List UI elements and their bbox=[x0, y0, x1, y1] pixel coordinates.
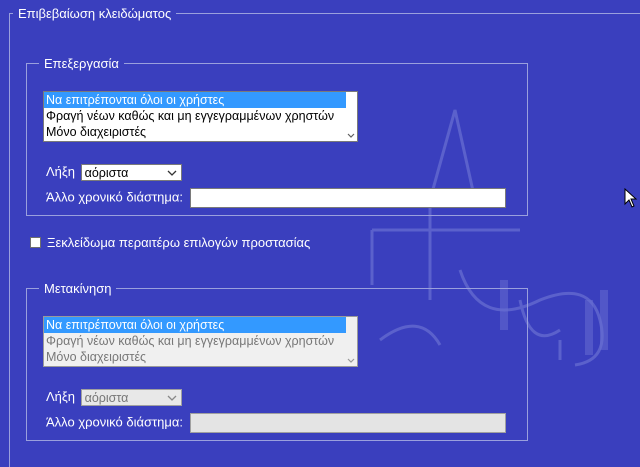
edit-protection-legend: Επεξεργασία bbox=[44, 56, 119, 71]
edit-expiry-value: αόριστα bbox=[84, 166, 129, 181]
move-expiry-label: Λήξη bbox=[46, 389, 75, 404]
edit-other-duration-label: Άλλο χρονικό διάστημα: bbox=[46, 189, 183, 205]
move-option-admins-only: Μόνο διαχειριστές bbox=[46, 350, 147, 364]
move-expiry-select: αόριστα bbox=[80, 389, 182, 407]
edit-level-listbox[interactable]: Να επιτρέπονται όλοι οι χρήστες Φραγή νέ… bbox=[43, 91, 358, 142]
chevron-down-icon bbox=[167, 170, 177, 176]
edit-option-all-users[interactable]: Να επιτρέπονται όλοι οι χρήστες bbox=[44, 92, 357, 108]
edit-protection-group: Επεξεργασία Να επιτρέπονται όλοι οι χρήσ… bbox=[26, 56, 528, 216]
move-other-duration-row: Άλλο χρονικό διάστημα: bbox=[46, 413, 506, 433]
move-protection-legend: Μετακίνηση bbox=[44, 281, 112, 296]
move-listbox-scrollbar bbox=[346, 317, 357, 366]
edit-listbox-scrollbar[interactable] bbox=[346, 92, 357, 141]
edit-other-duration-row: Άλλο χρονικό διάστημα: bbox=[46, 188, 506, 208]
move-other-duration-input bbox=[189, 413, 506, 433]
edit-expiry-select[interactable]: αόριστα bbox=[80, 164, 182, 182]
edit-expiry-row: Λήξη αόριστα bbox=[46, 164, 182, 182]
move-expiry-value: αόριστα bbox=[84, 391, 129, 406]
scroll-down-arrow-icon[interactable] bbox=[346, 131, 356, 141]
edit-option-admins-only[interactable]: Μόνο διαχειριστές bbox=[44, 124, 357, 140]
move-expiry-row: Λήξη αόριστα bbox=[46, 389, 182, 407]
chevron-down-icon bbox=[167, 395, 177, 401]
move-protection-group: Μετακίνηση Να επιτρέπονται όλοι οι χρήστ… bbox=[26, 281, 528, 441]
lock-confirmation-legend: Επιβεβαίωση κλειδώματος bbox=[18, 6, 172, 21]
move-option-block-new-users: Φραγή νέων καθώς και μη εγγεγραμμένων χρ… bbox=[46, 334, 335, 348]
edit-other-duration-input[interactable] bbox=[189, 188, 506, 208]
edit-expiry-label: Λήξη bbox=[46, 164, 75, 179]
unlock-more-options-label: Ξεκλείδωμα περαιτέρω επιλογών προστασίας bbox=[47, 235, 311, 250]
unlock-more-options-checkbox[interactable] bbox=[30, 237, 41, 248]
mouse-cursor-icon bbox=[624, 188, 638, 208]
move-level-listbox: Να επιτρέπονται όλοι οι χρήστες Φραγή νέ… bbox=[43, 316, 358, 367]
unlock-more-options-row[interactable]: Ξεκλείδωμα περαιτέρω επιλογών προστασίας bbox=[30, 235, 310, 250]
scroll-down-arrow-icon bbox=[347, 358, 355, 363]
edit-option-block-new-users[interactable]: Φραγή νέων καθώς και μη εγγεγραμμένων χρ… bbox=[44, 108, 357, 124]
move-other-duration-label: Άλλο χρονικό διάστημα: bbox=[46, 414, 183, 430]
move-option-all-users: Να επιτρέπονται όλοι οι χρήστες bbox=[44, 317, 357, 333]
